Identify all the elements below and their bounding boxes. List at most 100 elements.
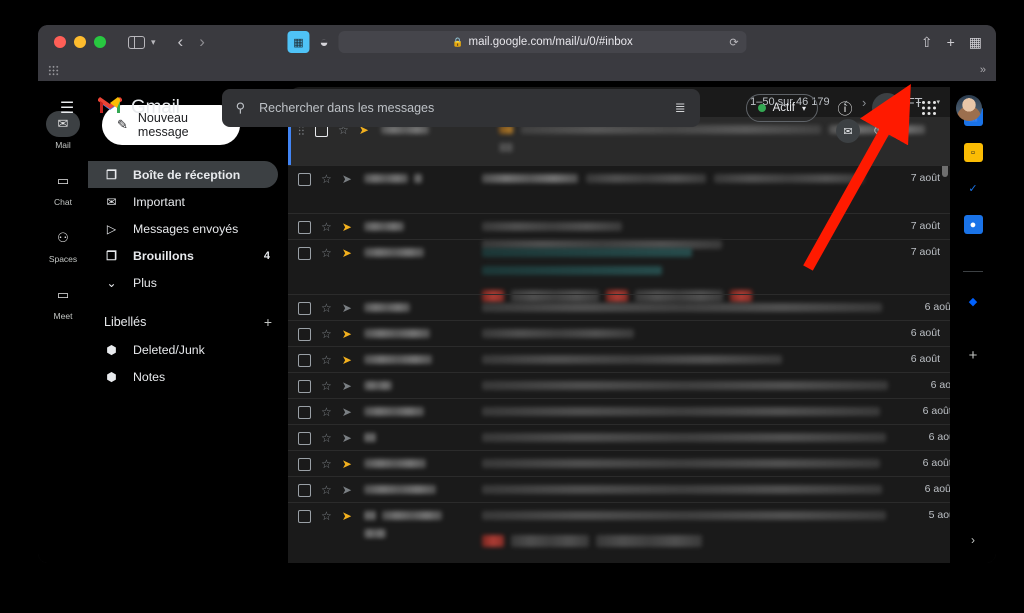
settings-gear-icon[interactable]: ⚙ (872, 93, 902, 123)
row-controls[interactable]: ☆ ➤ (298, 295, 352, 315)
table-row[interactable]: ☆➤6 août (288, 424, 950, 450)
gmail-logo[interactable]: Gmail (98, 96, 180, 120)
browser-nav[interactable]: ‹ › (178, 32, 205, 52)
row-controls[interactable]: ☆ ➤ (298, 347, 352, 367)
sidebar-item-brouillons[interactable]: ❐ Brouillons 4 (88, 242, 278, 269)
expand-panel-icon[interactable]: › (971, 533, 975, 547)
label-list[interactable]: ⬢ Deleted/Junk ⬢ Notes (88, 336, 288, 390)
minimize-window-button[interactable] (74, 36, 86, 48)
row-controls[interactable]: ☆ ➤ (298, 451, 352, 471)
importance-marker-icon[interactable]: ➤ (342, 380, 352, 392)
row-controls[interactable]: ☆ ➤ (298, 321, 352, 341)
importance-marker-icon[interactable]: ➤ (342, 173, 352, 185)
folder-list[interactable]: ❐ Boîte de réception ✉ Important ▷ Messages e… (88, 161, 288, 296)
row-checkbox[interactable] (298, 431, 311, 445)
star-icon[interactable]: ☆ (321, 246, 332, 260)
table-row[interactable]: ☆➤6 août (288, 294, 950, 320)
row-controls[interactable]: ☆ ➤ (298, 214, 352, 234)
sidebar-item-plus[interactable]: ⌄ Plus (88, 269, 278, 296)
importance-marker-icon[interactable]: ➤ (342, 247, 352, 259)
row-controls[interactable]: ☆ ➤ (298, 503, 352, 523)
reader-view-icon[interactable]: ▦ (287, 31, 310, 53)
header-actions[interactable]: Actif ▾ ⓘ ⚙ (745, 93, 996, 123)
email-rows[interactable]: ☆➤✉⏱☆➤7 août☆➤7 août☆➤7 août☆➤6 août☆➤6 … (288, 117, 950, 563)
rail-item-chat[interactable]: ▭ Chat (46, 168, 80, 207)
row-checkbox[interactable] (298, 246, 311, 260)
dropbox-icon[interactable]: ◆ (964, 292, 983, 311)
table-row[interactable]: ☆ ➤ 7 août (288, 213, 950, 250)
app-rail[interactable]: ✉ Mail ▭ Chat ⚇ Spaces ▭ Meet (38, 81, 88, 563)
importance-marker-icon[interactable]: ➤ (342, 510, 352, 522)
close-window-button[interactable] (54, 36, 66, 48)
maximize-window-button[interactable] (94, 36, 106, 48)
side-panel-rail[interactable]: ▦▫✓● ◆ + › (950, 81, 996, 563)
table-row[interactable]: ☆➤6 août (288, 450, 950, 476)
importance-marker-icon[interactable]: ➤ (342, 221, 352, 233)
sidebar-item-important[interactable]: ✉ Important (88, 188, 278, 215)
row-checkbox[interactable] (298, 483, 311, 497)
status-chevron-icon[interactable]: ▾ (802, 104, 806, 113)
status-badge[interactable]: Actif ▾ (745, 94, 818, 122)
row-checkbox[interactable] (298, 509, 311, 523)
bookmarks-bar[interactable]: » (38, 59, 996, 81)
back-arrow-icon[interactable]: ‹ (178, 32, 184, 52)
table-row[interactable]: ☆➤6 août (288, 398, 950, 424)
table-row[interactable]: ☆➤6 août (288, 372, 950, 398)
row-checkbox[interactable] (298, 379, 311, 393)
reload-icon[interactable]: ⟳ (729, 36, 738, 49)
rail-item-meet[interactable]: ▭ Meet (46, 282, 80, 321)
browser-toolbar-right[interactable]: ⇧ + ▦ (921, 34, 986, 51)
label-item-notes[interactable]: ⬢ Notes (88, 363, 278, 390)
table-row[interactable]: ☆➤5 août (288, 502, 950, 557)
bookmarks-overflow-icon[interactable]: » (980, 64, 986, 76)
share-icon[interactable]: ⇧ (921, 34, 933, 51)
table-row[interactable]: ☆➤6 août (288, 476, 950, 502)
row-controls[interactable]: ☆ ➤ (298, 373, 352, 393)
star-icon[interactable]: ☆ (321, 327, 332, 341)
importance-marker-icon[interactable]: ➤ (342, 458, 352, 470)
row-checkbox[interactable] (298, 353, 311, 367)
privacy-shield-icon[interactable]: ◒ (319, 34, 328, 51)
star-icon[interactable]: ☆ (321, 301, 332, 315)
table-row[interactable]: ☆ ➤ 7 août (288, 239, 950, 302)
row-controls[interactable]: ☆ ➤ (298, 399, 352, 419)
importance-marker-icon[interactable]: ➤ (342, 302, 352, 314)
row-controls[interactable]: ☆ ➤ (298, 477, 352, 497)
row-controls[interactable]: ☆ ➤ (298, 166, 352, 186)
sidebar-item-bo-te-de-r-ception[interactable]: ❐ Boîte de réception (88, 161, 278, 188)
star-icon[interactable]: ☆ (321, 220, 332, 234)
address-bar[interactable]: 🔒 mail.google.com/mail/u/0/#inbox ⟳ (338, 31, 747, 53)
row-controls[interactable]: ☆ ➤ (298, 425, 352, 445)
help-icon[interactable]: ⓘ (830, 93, 860, 123)
row-checkbox[interactable] (298, 301, 311, 315)
google-tasks-icon[interactable]: ✓ (964, 179, 983, 198)
sidebar-item-messages-envoy-s[interactable]: ▷ Messages envoyés (88, 215, 278, 242)
row-checkbox[interactable] (298, 220, 311, 234)
star-icon[interactable]: ☆ (321, 457, 332, 471)
star-icon[interactable]: ☆ (321, 483, 332, 497)
star-icon[interactable]: ☆ (321, 509, 332, 523)
table-row[interactable]: ☆ ➤ 7 août (288, 165, 950, 213)
star-icon[interactable]: ☆ (321, 172, 332, 186)
importance-marker-icon[interactable]: ➤ (342, 484, 352, 496)
tab-overview-icon[interactable]: ▦ (969, 34, 982, 51)
rail-item-spaces[interactable]: ⚇ Spaces (46, 225, 80, 264)
bookmarks-grid-icon[interactable] (48, 64, 59, 76)
search-options-icon[interactable]: ≣ (675, 100, 686, 116)
google-keep-icon[interactable]: ▫ (963, 143, 983, 162)
importance-marker-icon[interactable]: ➤ (342, 354, 352, 366)
sidebar-toggle-icon[interactable]: ▾ (128, 35, 156, 49)
row-controls[interactable]: ☆ ➤ (298, 240, 352, 260)
google-contacts-icon[interactable]: ● (963, 215, 983, 234)
importance-marker-icon[interactable]: ➤ (342, 328, 352, 340)
star-icon[interactable]: ☆ (321, 431, 332, 445)
row-checkbox[interactable] (298, 405, 311, 419)
importance-marker-icon[interactable]: ➤ (342, 406, 352, 418)
star-icon[interactable]: ☆ (321, 405, 332, 419)
importance-marker-icon[interactable]: ➤ (342, 432, 352, 444)
forward-arrow-icon[interactable]: › (199, 32, 205, 52)
row-checkbox[interactable] (298, 327, 311, 341)
label-item-deleted-junk[interactable]: ⬢ Deleted/Junk (88, 336, 278, 363)
hamburger-menu-icon[interactable]: ☰ (48, 89, 86, 127)
row-checkbox[interactable] (298, 172, 311, 186)
